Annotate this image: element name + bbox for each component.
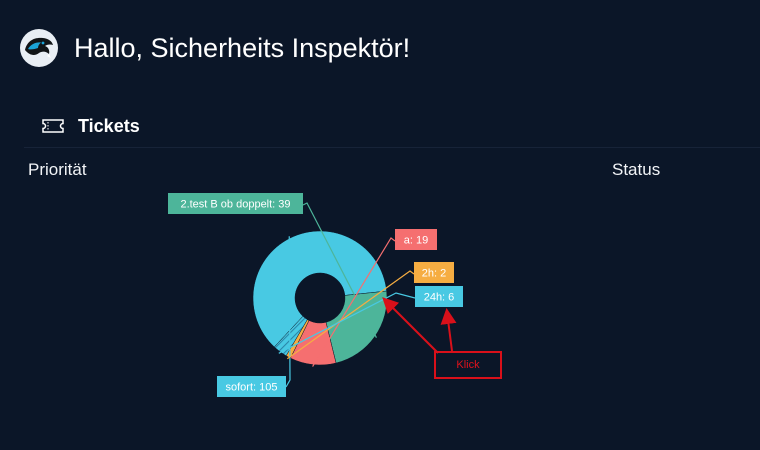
klick-annotation: Klick [434, 351, 502, 379]
avatar[interactable] [20, 29, 58, 67]
page-header: Hallo, Sicherheits Inspektör! [20, 28, 410, 68]
annotation-arrow [382, 297, 439, 354]
annotation-arrow [440, 308, 457, 352]
data-label: sofort: 105 [226, 382, 278, 394]
data-label: 24h: 6 [424, 292, 455, 304]
priority-donut-chart: sofort: 105 2.test B ob doppelt: 39 a: 19 2… [168, 193, 463, 397]
data-label: a: 19 [404, 235, 428, 247]
data-label: 2.test B ob doppelt: 39 [180, 199, 290, 211]
section-title: Tickets [78, 115, 140, 136]
ticket-icon [42, 119, 64, 133]
page-title: Hallo, Sicherheits Inspektör! [74, 32, 411, 63]
data-label: 2h: 2 [422, 268, 446, 280]
tickets-section-header: Tickets [42, 112, 140, 140]
section-divider [24, 147, 760, 148]
status-column-title: Status [612, 160, 661, 179]
panther-logo-icon [21, 30, 57, 66]
priority-column-title: Priorität [28, 160, 87, 179]
